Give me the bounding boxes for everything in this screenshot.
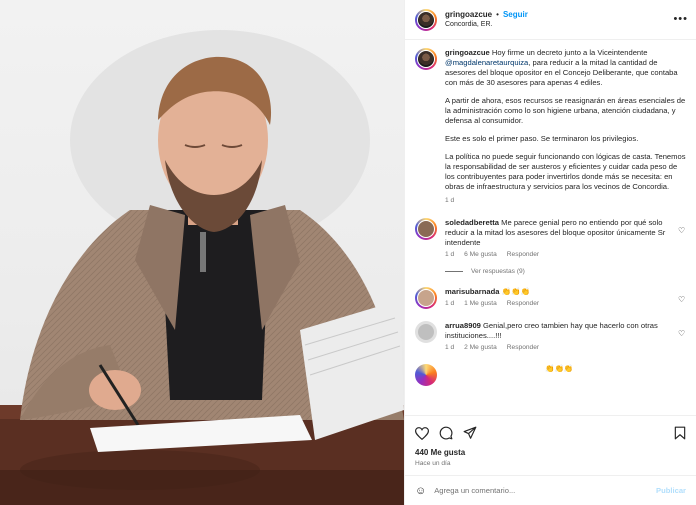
comment-likes[interactable]: 6 Me gusta bbox=[464, 251, 497, 260]
commenter-avatar[interactable] bbox=[415, 320, 437, 343]
author-avatar[interactable] bbox=[415, 8, 437, 31]
comment-icon[interactable] bbox=[439, 426, 453, 440]
post-caption: gringoazcue Hoy firme un decreto junto a… bbox=[415, 48, 686, 206]
likes-count[interactable]: 440 Me gusta bbox=[415, 448, 686, 457]
post-photo[interactable] bbox=[0, 0, 404, 505]
post-header: gringoazcue • Seguir Concordia, ER. ••• bbox=[405, 0, 696, 40]
comment-input[interactable] bbox=[434, 486, 657, 495]
comment-item: soledadberetta Me parece genial pero no … bbox=[415, 217, 686, 260]
view-replies-button[interactable]: Ver respuestas (9) bbox=[445, 268, 686, 275]
man-signing-document-illustration bbox=[0, 30, 404, 505]
reply-button[interactable]: Responder bbox=[507, 251, 539, 260]
caption-username[interactable]: gringoazcue bbox=[445, 48, 490, 57]
caption-paragraph-4: La política no puede seguir funcionando … bbox=[445, 152, 686, 192]
instagram-post-view: gringoazcue • Seguir Concordia, ER. ••• … bbox=[0, 0, 696, 505]
more-horizontal-icon[interactable]: ••• bbox=[673, 14, 688, 25]
comment-item: marisubarnada 👏👏👏 1 d 1 Me gusta Respond… bbox=[415, 286, 686, 309]
commenter-avatar[interactable] bbox=[415, 364, 437, 387]
replies-line bbox=[445, 270, 463, 272]
publish-button[interactable]: Publicar bbox=[656, 486, 686, 495]
post-actions: 440 Me gusta Hace un día bbox=[405, 415, 696, 467]
caption-time: 1 d bbox=[445, 197, 455, 205]
comment-username[interactable]: soledadberetta bbox=[445, 218, 499, 227]
post-side-panel: gringoazcue • Seguir Concordia, ER. ••• … bbox=[404, 0, 696, 505]
post-location[interactable]: Concordia, ER. bbox=[445, 20, 528, 29]
comment-time: 1 d bbox=[445, 250, 455, 258]
post-age: Hace un día bbox=[415, 460, 451, 467]
comment-likes[interactable]: 1 Me gusta bbox=[464, 300, 497, 309]
smiley-icon[interactable]: ☺ bbox=[415, 485, 426, 497]
view-replies-label[interactable]: Ver respuestas (9) bbox=[471, 268, 525, 275]
caption-paragraph-2: A partir de ahora, esos recursos se reas… bbox=[445, 96, 686, 126]
reply-button[interactable]: Responder bbox=[507, 344, 539, 353]
share-icon[interactable] bbox=[463, 426, 477, 440]
comment-time: 1 d bbox=[445, 343, 455, 351]
separator-dot: • bbox=[496, 9, 499, 19]
bookmark-icon[interactable] bbox=[674, 426, 686, 440]
comment-like-heart-icon[interactable]: ♡ bbox=[678, 329, 686, 338]
caption-intro: Hoy firme un decreto junto a la Viceinte… bbox=[491, 48, 648, 57]
comment-item-partial: 👏👏👏 bbox=[415, 364, 686, 387]
follow-button[interactable]: Seguir bbox=[503, 10, 528, 20]
comment-text: 👏👏👏 bbox=[545, 364, 574, 374]
heart-icon[interactable] bbox=[415, 426, 429, 440]
comment-username[interactable]: arrua8909 bbox=[445, 321, 481, 330]
commenter-avatar[interactable] bbox=[415, 286, 437, 309]
author-username[interactable]: gringoazcue bbox=[445, 10, 492, 20]
comment-like-heart-icon[interactable]: ♡ bbox=[678, 295, 686, 304]
comment-like-heart-icon[interactable]: ♡ bbox=[678, 226, 686, 235]
caption-author-avatar[interactable] bbox=[415, 48, 437, 70]
comment-text: 👏👏👏 bbox=[501, 286, 530, 296]
commenter-avatar[interactable] bbox=[415, 217, 437, 240]
comment-item: arrua8909 Genial,pero creo tambien hay q… bbox=[415, 320, 686, 353]
reply-button[interactable]: Responder bbox=[507, 300, 539, 309]
comment-likes[interactable]: 2 Me gusta bbox=[464, 344, 497, 353]
comments-list[interactable]: gringoazcue Hoy firme un decreto junto a… bbox=[405, 40, 696, 415]
comment-username[interactable]: marisubarnada bbox=[445, 287, 499, 296]
comment-time: 1 d bbox=[445, 299, 455, 307]
caption-paragraph-3: Este es solo el primer paso. Se terminar… bbox=[445, 134, 639, 144]
comment-composer: ☺ Publicar bbox=[405, 475, 696, 505]
caption-mention-link[interactable]: @magdalenaretaurquiza bbox=[445, 58, 528, 67]
